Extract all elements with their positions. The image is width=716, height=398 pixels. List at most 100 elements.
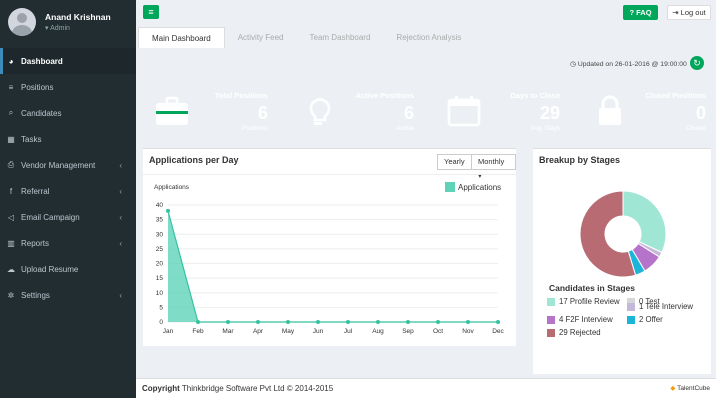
sidebar-item-label: Tasks [21, 134, 42, 144]
sidebar-item-label: Reports [21, 238, 50, 248]
sidebar-item-dashboard[interactable]: ◕ Dashboard [0, 48, 136, 74]
sidebar-item-label: Referral [21, 186, 50, 196]
y-tick-label: 30 [156, 231, 164, 238]
stat-value: 6 [257, 103, 268, 123]
sidebar-item-label: Candidates [21, 108, 62, 118]
legend-item: 29 Rejected [547, 328, 629, 337]
data-point [496, 320, 500, 324]
monthly-dropdown[interactable]: Monthly ▾ [471, 154, 516, 180]
sidebar: Anand Krishnan ▾ Admin ◕ Dashboard ≡ Positi… [0, 0, 136, 398]
panel-title: Breakup by Stages [539, 155, 621, 165]
legend-item: 4 F2F Interview [547, 315, 627, 324]
y-tick-label: 40 [156, 202, 164, 209]
sidebar-item-label: Dashboard [21, 56, 63, 66]
gear-icon: ✲ [7, 290, 15, 300]
faq-button[interactable]: ? FAQ [623, 5, 658, 20]
brand-logo: ◆ TalentCube [670, 385, 710, 392]
stat-box-days-to-close[interactable]: Days to Close 29 Avg. Days [435, 83, 568, 141]
logout-button[interactable]: ⇥ Log out [667, 5, 711, 20]
sidebar-item-vendor-management[interactable]: ⎙ Vendor Management ‹ [0, 152, 136, 178]
question-icon: ? [629, 8, 635, 17]
legend-swatch [445, 182, 455, 192]
data-point [346, 320, 350, 324]
sidebar-item-settings[interactable]: ✲ Settings ‹ [0, 282, 136, 308]
stat-box-active-positions[interactable]: Active Positions 6 Active [289, 83, 422, 141]
y-tick-label: 20 [156, 261, 164, 268]
x-tick-label: Jan [163, 328, 174, 335]
menu-toggle-button[interactable]: ≡ [143, 5, 159, 19]
legend-item: 2 Offer [627, 315, 707, 324]
stat-value: 0 [695, 103, 706, 123]
list-icon: ≡ [8, 82, 14, 92]
stat-box-total-positions[interactable]: Total Positions 6 Positions [143, 83, 276, 141]
sidebar-item-reports[interactable]: ▥ Reports ‹ [0, 230, 136, 256]
panel-title: Applications per Day [149, 155, 239, 165]
stat-subtitle: Closed [685, 125, 706, 132]
sidebar-item-email-campaign[interactable]: ◁ Email Campaign ‹ [0, 204, 136, 230]
legend-label: Applications [458, 183, 501, 192]
x-tick-label: Aug [372, 328, 384, 335]
chevron-left-icon: ‹ [119, 290, 122, 300]
series-line [167, 210, 498, 323]
sidebar-item-label: Positions [21, 82, 54, 92]
sidebar-item-referral[interactable]: f Referral ‹ [0, 178, 136, 204]
refresh-icon: ↻ [693, 58, 701, 68]
briefcase-icon [156, 96, 188, 125]
y-tick-label: 10 [156, 290, 164, 297]
y-tick-label: 35 [156, 217, 164, 224]
data-point [226, 320, 230, 324]
tab-rejection-analysis[interactable]: Rejection Analysis [383, 27, 474, 48]
x-tick-label: Jul [344, 328, 353, 335]
y-tick-label: 15 [156, 275, 164, 282]
stat-value: 29 [539, 103, 560, 123]
footer: Copyright Thinkbridge Software Pvt Ltd ©… [136, 378, 716, 398]
data-point [406, 320, 410, 324]
stat-title: Active Positions [355, 91, 414, 100]
tab-main-dashboard[interactable]: Main Dashboard [138, 27, 225, 48]
data-point [166, 208, 170, 213]
y-axis-label: Applications [154, 184, 190, 191]
data-point [196, 320, 200, 324]
x-tick-label: Sep [402, 328, 414, 335]
user-role: ▾ Admin [45, 25, 70, 32]
user-name: Anand Krishnan [45, 12, 111, 22]
data-point [316, 320, 320, 324]
avatar [8, 8, 36, 36]
sidebar-item-upload-resume[interactable]: ☁ Upload Resume [0, 256, 136, 282]
refresh-button[interactable]: ↻ [690, 56, 704, 70]
stages-legend: 17 Profile Review 0 Test 1 Tele Intervie… [547, 297, 707, 341]
yearly-button[interactable]: Yearly [437, 154, 472, 170]
talentcube-logo-icon: ◆ [670, 385, 676, 392]
copyright-text: Copyright Thinkbridge Software Pvt Ltd ©… [142, 384, 334, 393]
data-point [286, 320, 290, 324]
x-tick-label: Jun [313, 328, 324, 335]
dashboard-icon: ◕ [8, 56, 14, 66]
sidebar-nav: ◕ Dashboard ≡ Positions ⌕ Candidates ▦ Tasks ⎙ Ve… [0, 48, 136, 308]
hamburger-icon: ≡ [148, 7, 154, 17]
stages-panel: Breakup by Stages Candidates in Stages 1… [533, 148, 711, 374]
y-tick-label: 0 [159, 319, 163, 326]
sidebar-item-candidates[interactable]: ⌕ Candidates [0, 100, 136, 126]
lock-icon [599, 95, 621, 125]
calendar-icon [447, 96, 481, 127]
series-area [168, 210, 498, 322]
chevron-left-icon: ‹ [119, 238, 122, 248]
chevron-left-icon: ‹ [119, 160, 122, 170]
tab-activity-feed[interactable]: Activity Feed [225, 27, 297, 48]
chevron-left-icon: ‹ [119, 186, 122, 196]
x-tick-label: May [282, 328, 295, 335]
stat-subtitle: Positions [241, 125, 268, 132]
x-tick-label: Oct [433, 328, 443, 335]
sidebar-item-positions[interactable]: ≡ Positions [0, 74, 136, 100]
data-point [256, 320, 260, 324]
facebook-icon: f [9, 186, 13, 196]
x-tick-label: Feb [192, 328, 204, 335]
x-tick-label: Dec [492, 328, 504, 335]
x-tick-label: Mar [222, 328, 234, 335]
sidebar-item-label: Settings [21, 290, 50, 300]
sidebar-item-tasks[interactable]: ▦ Tasks [0, 126, 136, 152]
stat-value: 6 [403, 103, 414, 123]
stat-box-closed-positions[interactable]: Closed Positions 0 Closed [581, 83, 714, 141]
tab-team-dashboard[interactable]: Team Dashboard [297, 27, 384, 48]
sidebar-item-label: Upload Resume [21, 264, 79, 274]
